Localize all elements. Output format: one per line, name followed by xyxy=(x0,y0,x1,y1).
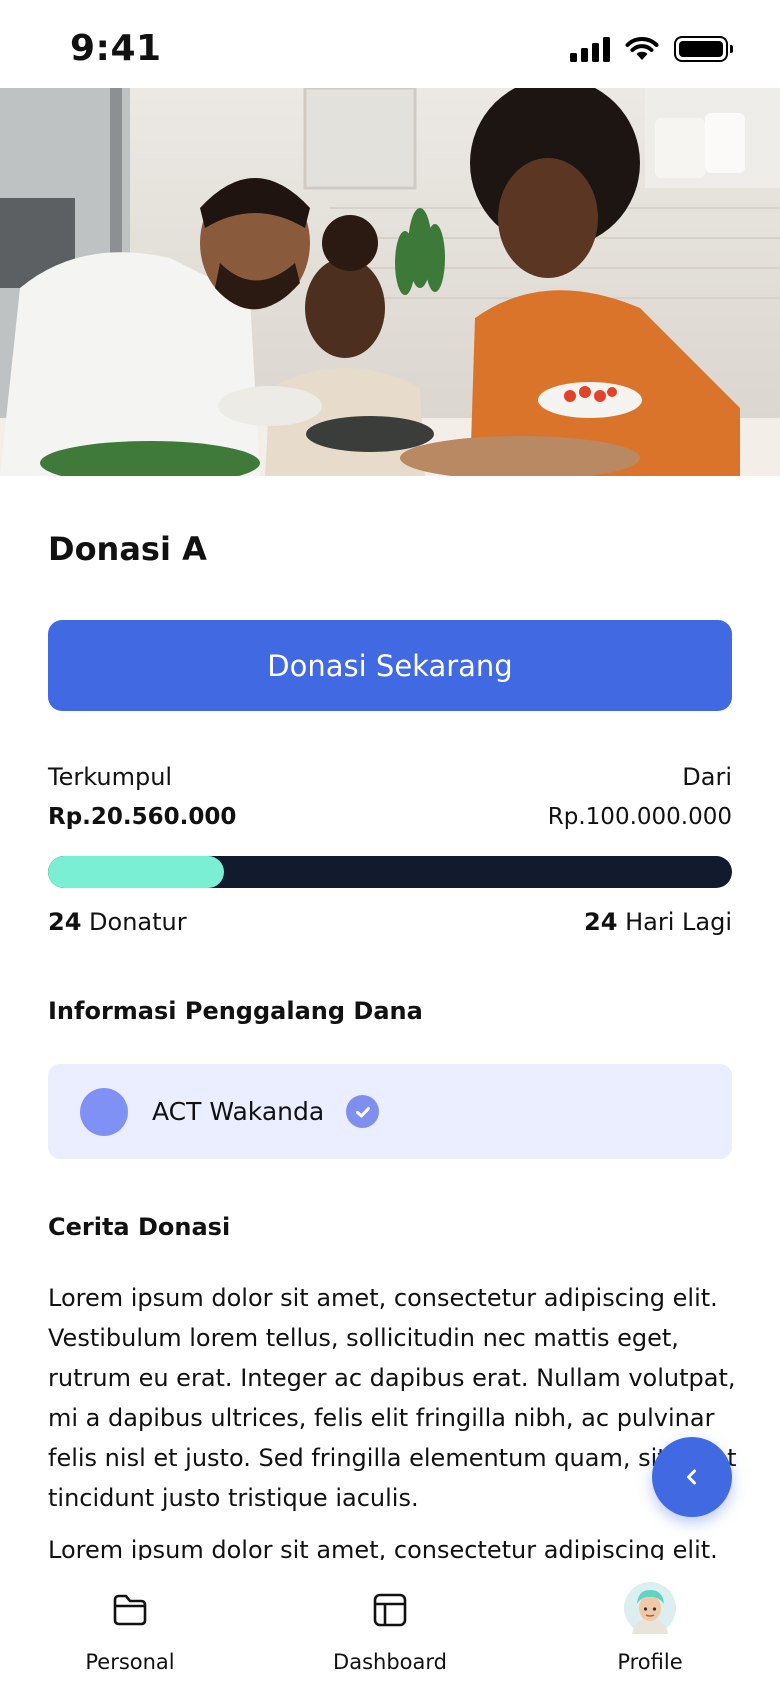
fundraiser-card[interactable]: ACT Wakanda xyxy=(48,1064,732,1159)
funding-labels-row: Terkumpul Dari xyxy=(48,763,732,791)
wifi-icon xyxy=(625,37,659,60)
nav-item-dashboard[interactable]: Dashboard xyxy=(290,1562,490,1674)
nav-label-personal: Personal xyxy=(85,1650,175,1674)
nav-label-dashboard: Dashboard xyxy=(333,1650,447,1674)
cellular-signal-icon xyxy=(570,36,610,62)
story-paragraph: Lorem ipsum dolor sit amet, consectetur … xyxy=(48,1284,737,1512)
target-amount: Rp.100.000.000 xyxy=(547,804,732,830)
bottom-navigation: Personal Dashboard Profile xyxy=(0,1562,780,1688)
story-section-title: Cerita Donasi xyxy=(48,1213,231,1241)
status-icons xyxy=(570,36,733,62)
back-fab-button[interactable] xyxy=(652,1437,732,1517)
story-paragraph-continued: Lorem ipsum dolor sit amet, consectetur … xyxy=(48,1536,718,1560)
days-count: 24 xyxy=(584,908,618,936)
battery-icon xyxy=(674,36,733,62)
collected-amount: Rp.20.560.000 xyxy=(48,804,237,830)
avatar xyxy=(624,1580,676,1636)
nav-label-profile: Profile xyxy=(617,1650,683,1674)
donors-count: 24 xyxy=(48,908,82,936)
nav-item-personal[interactable]: Personal xyxy=(30,1562,230,1674)
days-label: Hari Lagi xyxy=(625,908,732,936)
donate-now-button[interactable]: Donasi Sekarang xyxy=(48,620,732,711)
hero-image xyxy=(0,88,780,476)
target-label: Dari xyxy=(682,763,732,791)
verified-check-icon xyxy=(346,1095,380,1128)
folder-icon xyxy=(112,1584,148,1636)
campaign-stats-row: 24 Donatur 24 Hari Lagi xyxy=(48,908,732,936)
funding-progress-fill xyxy=(48,856,224,888)
chevron-left-icon xyxy=(687,1469,696,1485)
status-time: 9:41 xyxy=(70,28,162,69)
fundraiser-section-title: Informasi Penggalang Dana xyxy=(48,997,423,1025)
donors-label: Donatur xyxy=(89,908,187,936)
nav-item-profile[interactable]: Profile xyxy=(550,1562,750,1674)
layout-icon xyxy=(372,1584,408,1636)
organization-avatar xyxy=(80,1087,128,1136)
collected-label: Terkumpul xyxy=(48,763,173,791)
funding-progress-bar xyxy=(48,856,732,888)
donors-stat: 24 Donatur xyxy=(48,908,187,936)
funding-amounts-row: Rp.20.560.000 Rp.100.000.000 xyxy=(48,804,732,830)
days-left-stat: 24 Hari Lagi xyxy=(584,908,732,936)
status-bar: 9:41 xyxy=(0,0,780,88)
campaign-title: Donasi A xyxy=(48,530,207,568)
organization-name: ACT Wakanda xyxy=(152,1097,325,1126)
